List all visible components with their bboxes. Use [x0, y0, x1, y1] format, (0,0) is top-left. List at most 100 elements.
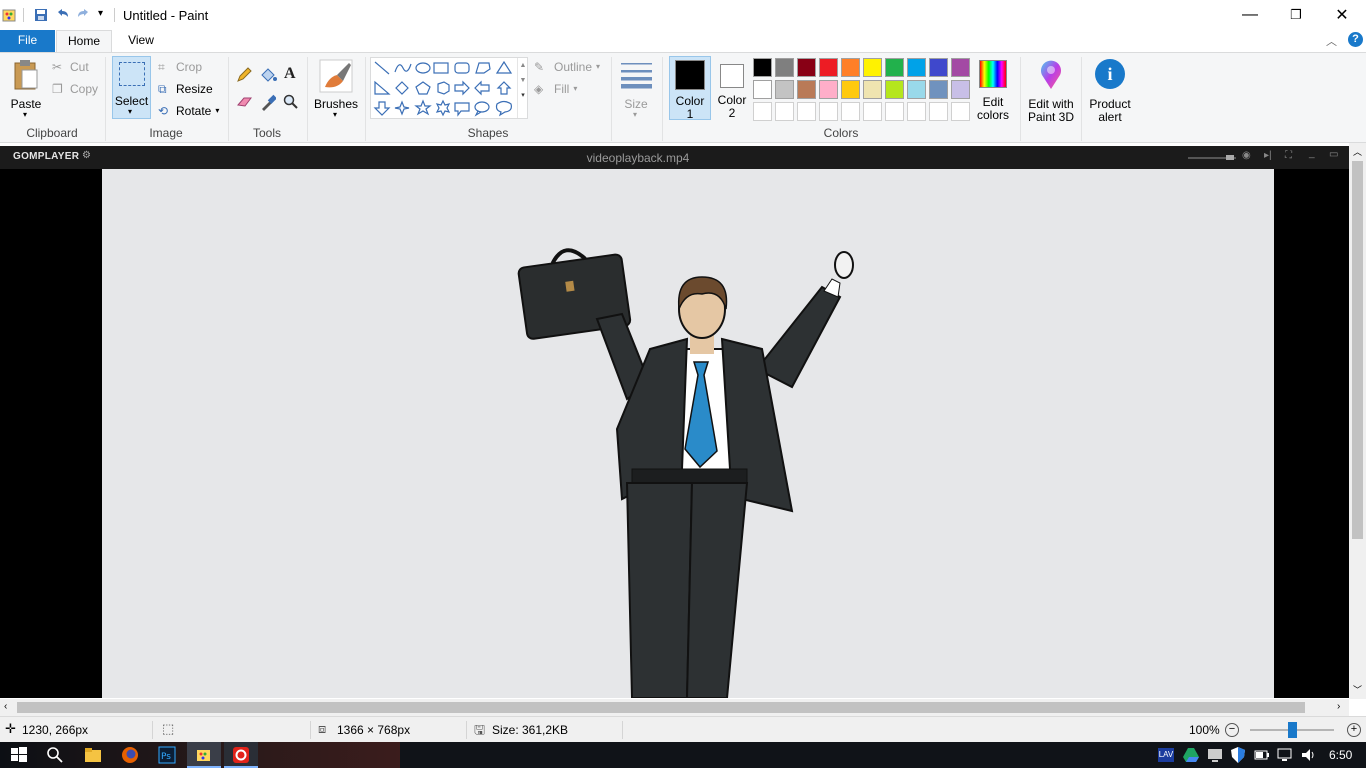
pencil-icon[interactable]	[236, 67, 252, 83]
text-tool-icon[interactable]: A	[284, 65, 296, 83]
size-button[interactable]: Size ▾	[616, 57, 656, 121]
palette-swatch[interactable]	[753, 58, 772, 77]
cut-button[interactable]: ✂ Cut	[52, 57, 89, 77]
tab-view[interactable]: View	[113, 30, 169, 52]
copy-button[interactable]: ❐ Copy	[52, 79, 98, 99]
scroll-left-icon[interactable]: ‹	[4, 701, 7, 712]
palette-swatch[interactable]	[841, 58, 860, 77]
zoom-out-button[interactable]: −	[1225, 723, 1239, 737]
palette-swatch[interactable]	[863, 80, 882, 99]
photoshop-icon[interactable]: Ps	[158, 746, 176, 764]
battery-icon[interactable]	[1253, 746, 1271, 764]
outline-button[interactable]: ✎ Outline ▾	[534, 57, 600, 77]
palette-swatch[interactable]	[775, 80, 794, 99]
palette-swatch[interactable]	[797, 80, 816, 99]
palette-swatch[interactable]	[819, 80, 838, 99]
palette-swatch[interactable]	[907, 102, 926, 121]
resize-button[interactable]: ⧉ Resize	[158, 79, 213, 99]
colors-group-label: Colors	[823, 126, 859, 140]
palette-swatch[interactable]	[753, 102, 772, 121]
canvas-image-gom-player[interactable]: GOMPLAYER ⚙ videoplayback.mp4 ◉ ▸| ⛶ _ ▭	[0, 146, 1349, 698]
color1-button[interactable]: Color 1	[669, 56, 711, 121]
edit-colors-button[interactable]: Edit colors	[975, 57, 1013, 122]
palette-swatch[interactable]	[819, 102, 838, 121]
network-icon[interactable]	[1276, 746, 1294, 764]
shapes-gallery[interactable]: ▲ ▼ ▾	[370, 57, 528, 119]
palette-swatch[interactable]	[819, 58, 838, 77]
vertical-scrollbar[interactable]: ︿ ﹀	[1349, 143, 1366, 699]
shapes-scroll[interactable]: ▲ ▼ ▾	[517, 58, 528, 118]
brushes-button[interactable]: Brushes ▾	[312, 57, 360, 121]
firefox-icon[interactable]	[121, 746, 139, 764]
scroll-up-icon[interactable]: ︿	[1353, 145, 1362, 158]
select-button[interactable]: Select ▾	[112, 56, 151, 119]
zoom-in-button[interactable]: +	[1347, 723, 1361, 737]
qat-divider	[23, 8, 24, 22]
palette-swatch[interactable]	[797, 58, 816, 77]
cut-label: Cut	[70, 60, 89, 74]
color-spectrum-icon	[979, 60, 1007, 88]
minimize-button[interactable]: —	[1227, 0, 1273, 30]
volume-icon[interactable]	[1300, 746, 1318, 764]
palette-swatch[interactable]	[775, 58, 794, 77]
product-alert-button[interactable]: i Product alert	[1086, 57, 1134, 124]
palette-swatch[interactable]	[929, 102, 948, 121]
palette-swatch[interactable]	[841, 102, 860, 121]
collapse-ribbon-icon[interactable]: ︿	[1326, 33, 1337, 49]
color2-button[interactable]: Color 2	[712, 56, 752, 120]
scroll-down-icon[interactable]: ﹀	[1353, 683, 1362, 696]
security-shield-icon[interactable]	[1229, 746, 1247, 764]
palette-swatch[interactable]	[929, 80, 948, 99]
vertical-scroll-thumb[interactable]	[1352, 161, 1363, 539]
edit-with-paint3d-button[interactable]: Edit with Paint 3D	[1024, 57, 1078, 124]
palette-swatch[interactable]	[885, 80, 904, 99]
file-explorer-icon[interactable]	[84, 746, 102, 764]
group-divider	[228, 57, 229, 141]
zoom-slider-thumb[interactable]	[1288, 722, 1297, 738]
google-drive-icon[interactable]	[1182, 746, 1200, 764]
palette-swatch[interactable]	[885, 102, 904, 121]
crop-button[interactable]: ⌗ Crop	[158, 57, 202, 77]
palette-swatch[interactable]	[841, 80, 860, 99]
close-button[interactable]: ✕	[1319, 0, 1365, 30]
palette-swatch[interactable]	[863, 102, 882, 121]
search-icon[interactable]	[46, 746, 64, 764]
palette-swatch[interactable]	[753, 80, 772, 99]
palette-swatch[interactable]	[775, 102, 794, 121]
magnifier-icon[interactable]	[283, 94, 299, 110]
horizontal-scroll-thumb[interactable]	[17, 702, 1305, 713]
redo-icon[interactable]	[76, 7, 92, 23]
clock[interactable]: 6:50	[1329, 748, 1352, 762]
paint-app-icon[interactable]	[2, 7, 18, 23]
palette-swatch[interactable]	[797, 102, 816, 121]
tab-home[interactable]: Home	[56, 30, 112, 53]
palette-swatch[interactable]	[863, 58, 882, 77]
paste-button[interactable]: Paste ▾	[6, 57, 46, 121]
palette-swatch[interactable]	[885, 58, 904, 77]
start-windows-icon[interactable]	[10, 746, 28, 764]
palette-swatch[interactable]	[951, 58, 970, 77]
fill-button[interactable]: ◈ Fill ▾	[534, 79, 577, 99]
zoom-slider[interactable]	[1250, 722, 1334, 738]
gom-taskbar-button[interactable]	[224, 742, 258, 768]
restore-button[interactable]: ❐	[1273, 0, 1319, 30]
rotate-button[interactable]: ⟲ Rotate ▾	[158, 101, 219, 121]
tab-file[interactable]: File	[0, 30, 55, 52]
scroll-right-icon[interactable]: ›	[1337, 701, 1340, 712]
lav-filter-icon[interactable]: LAV	[1158, 748, 1174, 762]
color-picker-icon[interactable]	[260, 93, 276, 111]
eraser-icon[interactable]	[236, 95, 254, 109]
undo-icon[interactable]	[54, 7, 70, 23]
qat-customize-icon[interactable]: ▾	[98, 8, 103, 19]
display-icon[interactable]	[1206, 746, 1224, 764]
palette-swatch[interactable]	[951, 80, 970, 99]
palette-swatch[interactable]	[951, 102, 970, 121]
horizontal-scrollbar[interactable]: ‹ ›	[0, 699, 1349, 716]
palette-swatch[interactable]	[907, 80, 926, 99]
palette-swatch[interactable]	[929, 58, 948, 77]
help-icon[interactable]: ?	[1348, 32, 1363, 47]
paint-taskbar-button[interactable]	[187, 742, 221, 768]
save-icon[interactable]	[33, 7, 49, 23]
palette-swatch[interactable]	[907, 58, 926, 77]
fill-bucket-icon[interactable]	[259, 67, 277, 83]
